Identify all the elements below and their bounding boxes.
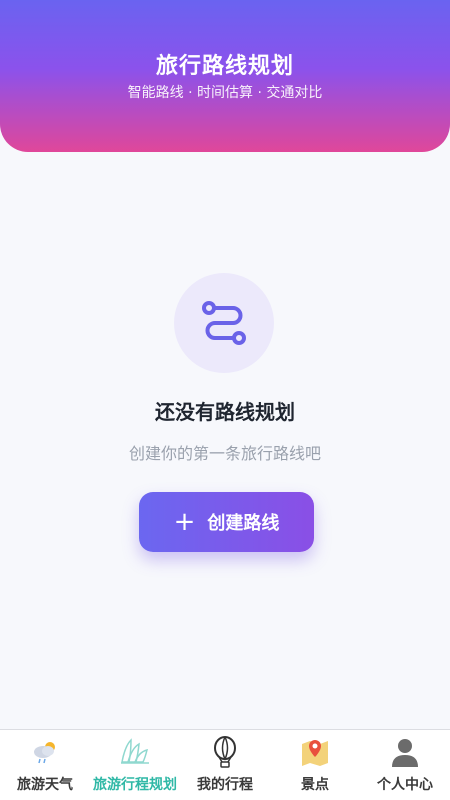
page-title: 旅行路线规划 <box>155 54 294 79</box>
weather-icon <box>29 736 61 768</box>
tab-weather[interactable]: 旅游天气 <box>0 730 90 800</box>
tab-my-trips[interactable]: 我的行程 <box>180 730 270 800</box>
create-route-label: 创建路线 <box>207 513 280 534</box>
sydney-opera-icon <box>119 736 151 768</box>
empty-state-title: 还没有路线规划 <box>155 400 295 424</box>
user-icon <box>389 736 421 768</box>
tab-label: 旅游天气 <box>17 777 73 793</box>
tab-attractions[interactable]: 景点 <box>270 730 360 800</box>
header: 旅行路线规划 智能路线 · 时间估算 · 交通对比 <box>0 0 450 152</box>
tab-itinerary-planning[interactable]: 旅游行程规划 <box>90 730 180 800</box>
tab-label: 景点 <box>301 777 329 793</box>
route-icon <box>174 273 274 373</box>
tab-label: 个人中心 <box>377 777 433 793</box>
tab-profile[interactable]: 个人中心 <box>360 730 450 800</box>
empty-state-description: 创建你的第一条旅行路线吧 <box>128 444 321 463</box>
plus-icon: + <box>173 507 196 537</box>
bottom-tab-bar: 旅游天气 旅游行程规划 我的行程 景点 个人中心 <box>0 729 450 800</box>
map-pin-icon <box>299 736 331 768</box>
hot-air-balloon-icon <box>209 736 241 768</box>
tab-label: 旅游行程规划 <box>93 777 177 793</box>
tab-label: 我的行程 <box>197 777 253 793</box>
create-route-button[interactable]: + 创建路线 <box>139 492 314 552</box>
page-subtitle: 智能路线 · 时间估算 · 交通对比 <box>127 85 323 101</box>
